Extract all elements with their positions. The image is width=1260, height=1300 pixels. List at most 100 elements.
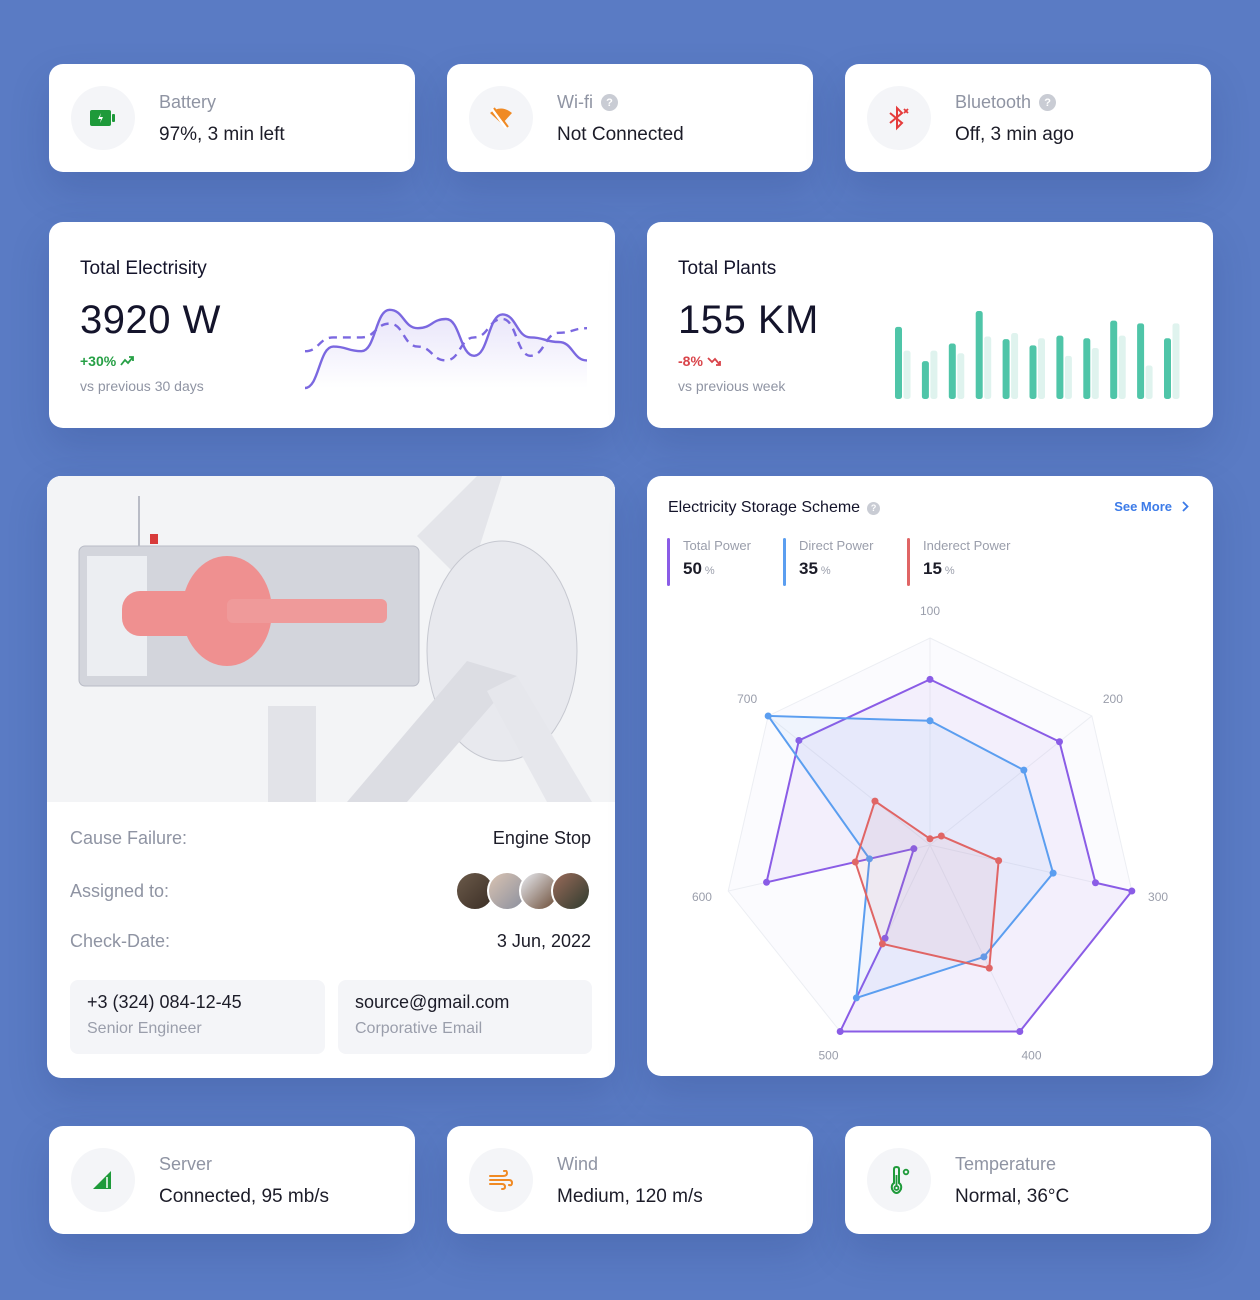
bluetooth-off-icon (867, 86, 931, 150)
bar-previous (1038, 338, 1045, 399)
storage-legend: Total Power 50% Direct Power 35% Inderec… (667, 538, 1047, 586)
server-label: Server (159, 1154, 212, 1175)
status-label-text: Battery (159, 92, 217, 112)
phone-number[interactable]: +3 (324) 084-12-45 (87, 992, 308, 1013)
bar-current (895, 326, 902, 399)
bar-previous (1091, 347, 1099, 399)
see-more-link[interactable]: See More (1114, 499, 1189, 514)
plants-bar-chart (895, 311, 1180, 399)
bar-current (1029, 345, 1037, 399)
chevron-right-icon (1182, 501, 1189, 512)
radar-point (926, 835, 934, 843)
plants-value: 155 KM (678, 298, 819, 342)
radar-point (1128, 887, 1136, 895)
wifi-status-card[interactable]: Wi-fi? Not Connected (447, 64, 813, 172)
radar-point (1091, 879, 1099, 887)
electricity-title: Total Electrisity (80, 258, 207, 279)
legend-label: Total Power (683, 538, 751, 553)
total-plants-card: Total Plants 155 KM -8% vs previous week (647, 222, 1213, 428)
radar-axis-label: 200 (1103, 692, 1123, 706)
total-electricity-card: Total Electrisity 3920 W +30% vs previou… (49, 222, 615, 428)
battery-charging-icon (71, 86, 135, 150)
wind-value: Medium, 120 m/s (557, 1186, 703, 1207)
signal-icon (71, 1148, 135, 1212)
legend-color-bar (907, 538, 910, 586)
radar-axis-label: 700 (737, 692, 757, 706)
phone-contact[interactable]: +3 (324) 084-12-45 Senior Engineer (70, 980, 325, 1054)
status-label-text: Bluetooth (955, 92, 1032, 112)
see-more-text[interactable]: See More (1114, 499, 1172, 514)
bar-previous (1011, 333, 1019, 399)
radar-point (878, 940, 886, 948)
bar-current (1110, 320, 1118, 399)
avatar[interactable] (551, 871, 591, 911)
bluetooth-status-card[interactable]: Bluetooth? Off, 3 min ago (845, 64, 1211, 172)
server-value: Connected, 95 mb/s (159, 1186, 330, 1207)
bar-current (1083, 338, 1091, 399)
cause-failure-label: Cause Failure: (70, 828, 188, 848)
electricity-change-text: +30% (80, 353, 117, 369)
electricity-subtitle: vs previous 30 days (80, 378, 204, 394)
radar-point (985, 964, 993, 972)
bar-current (1056, 335, 1064, 399)
radar-chart: 100 200 300 400 500 600 700 (692, 604, 1168, 1063)
trend-up-icon (120, 356, 135, 366)
storage-scheme-card: Electricity Storage Scheme ? See More To… (647, 476, 1213, 1076)
bar-previous (903, 350, 911, 399)
help-icon[interactable]: ? (867, 501, 881, 515)
cause-failure-row: Cause Failure: Engine Stop (70, 828, 591, 849)
assigned-label: Assigned to: (70, 880, 170, 901)
battery-status-card[interactable]: Battery 97%, 3 min left (49, 64, 415, 172)
battery-value: 97%, 3 min left (159, 124, 285, 145)
bar-previous (1118, 335, 1126, 399)
bar-current (1164, 338, 1171, 399)
wind-label: Wind (557, 1154, 598, 1175)
radar-point (926, 717, 934, 725)
status-label-text: Temperature (955, 1154, 1057, 1174)
help-icon[interactable]: ? (1039, 94, 1057, 111)
bar-previous (984, 336, 992, 399)
radar-point (851, 858, 859, 866)
legend-unit: % (944, 565, 955, 577)
server-status-card[interactable]: Server Connected, 95 mb/s (49, 1126, 415, 1234)
status-label-text: Wi-fi (557, 92, 593, 112)
wifi-off-icon (469, 86, 533, 150)
storage-title: Electricity Storage Scheme ? (668, 499, 881, 517)
legend-value-number: 50 (683, 559, 702, 578)
wifi-label: Wi-fi? (557, 92, 618, 113)
wind-status-card[interactable]: Wind Medium, 120 m/s (447, 1126, 813, 1234)
radar-axis-label: 400 (1021, 1049, 1041, 1063)
radar-point (1055, 738, 1063, 746)
email-contact[interactable]: source@gmail.com Corporative Email (338, 980, 592, 1054)
email-type: Corporative Email (355, 1020, 483, 1037)
status-label-text: Wind (557, 1154, 599, 1174)
radar-point (836, 1028, 844, 1036)
plants-change: -8% (678, 353, 721, 369)
check-date-label: Check-Date: (70, 931, 171, 951)
status-label-text: Server (159, 1154, 213, 1174)
radar-point (852, 994, 860, 1002)
assigned-row: Assigned to: (70, 871, 591, 911)
email-address[interactable]: source@gmail.com (355, 992, 575, 1013)
legend-color-bar (667, 538, 670, 586)
temperature-label: Temperature (955, 1154, 1056, 1175)
legend-inderect-power: Inderect Power 15% (907, 538, 1047, 586)
legend-color-bar (783, 538, 786, 586)
help-icon[interactable]: ? (600, 94, 618, 111)
radar-axis-label: 600 (692, 890, 712, 904)
bar-previous (1172, 323, 1180, 399)
thermometer-icon (867, 1148, 931, 1212)
legend-value: 15% (923, 559, 1047, 579)
legend-label: Inderect Power (923, 538, 1011, 553)
legend-value: 35% (799, 559, 907, 579)
temperature-status-card[interactable]: Temperature Normal, 36°C (845, 1126, 1211, 1234)
electricity-change: +30% (80, 353, 135, 369)
radar-point (764, 712, 772, 720)
bar-previous (1145, 365, 1153, 399)
bar-previous (957, 353, 965, 399)
trend-down-icon (707, 357, 721, 366)
turbine-failure-card: Cause Failure: Engine Stop Assigned to: … (47, 476, 615, 1078)
wind-icon (469, 1148, 533, 1212)
check-date-row: Check-Date: 3 Jun, 2022 (70, 931, 591, 952)
electricity-sparkline (304, 308, 588, 390)
